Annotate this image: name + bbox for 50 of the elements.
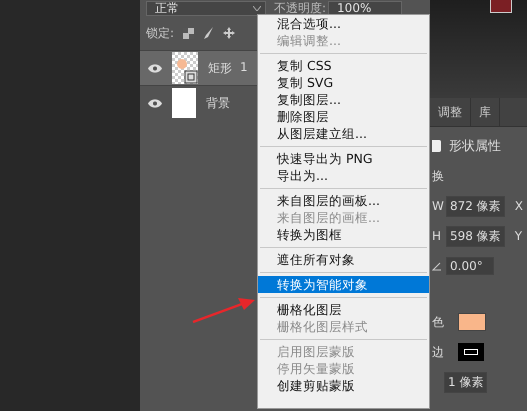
- blend-mode-dropdown[interactable]: 正常: [146, 0, 266, 16]
- stroke-label: 边: [432, 344, 444, 360]
- angle-field[interactable]: 0.00°: [446, 257, 494, 275]
- section-label: 换: [432, 168, 444, 184]
- layer-number: 1: [240, 60, 248, 76]
- dimension-label: W: [432, 199, 442, 213]
- color-swatch[interactable]: [490, 0, 512, 13]
- arrow-annotation: [192, 296, 256, 324]
- dimension-field[interactable]: 872 像素: [446, 196, 505, 216]
- axis-label: Y: [514, 229, 522, 243]
- stroke-swatch[interactable]: [458, 343, 484, 361]
- opacity-field[interactable]: 100%: [328, 0, 402, 16]
- dimension-field[interactable]: 598 像素: [446, 226, 505, 246]
- menu-item[interactable]: 转换为智能对象: [258, 276, 429, 293]
- menu-item[interactable]: 导出为...: [258, 167, 429, 184]
- brush-icon[interactable]: [203, 27, 214, 39]
- dimension-label: H: [432, 229, 442, 243]
- menu-item[interactable]: 从图层建立组...: [258, 125, 429, 142]
- angle-icon: [432, 262, 442, 270]
- layer-name: 矩形: [208, 60, 232, 76]
- shape-icon: [432, 140, 441, 152]
- menu-item[interactable]: 转换为图框: [258, 226, 429, 243]
- menu-item[interactable]: 来自图层的画板...: [258, 192, 429, 209]
- menu-item[interactable]: 删除图层: [258, 108, 429, 125]
- layer-thumbnail: [172, 88, 196, 118]
- layer-name: 背景: [206, 94, 230, 112]
- menu-item[interactable]: 遮住所有对象: [258, 251, 429, 268]
- opacity-label: 不透明度:: [274, 0, 326, 16]
- layer-row[interactable]: 矩形 1: [140, 50, 257, 85]
- panel-tab[interactable]: 库: [471, 98, 500, 126]
- menu-item[interactable]: 复制图层...: [258, 91, 429, 108]
- move-icon[interactable]: [223, 27, 236, 39]
- fill-label: 色: [432, 314, 444, 330]
- eye-icon[interactable]: [148, 98, 162, 108]
- axis-label: X: [514, 199, 523, 213]
- menu-item[interactable]: 快速导出为 PNG: [258, 150, 429, 167]
- eye-icon[interactable]: [148, 64, 162, 72]
- checkerboard-icon[interactable]: [183, 28, 194, 38]
- caret-icon: [253, 6, 261, 10]
- menu-item[interactable]: 复制 SVG: [258, 74, 429, 91]
- menu-item[interactable]: 创建剪贴蒙版: [258, 377, 429, 394]
- fill-swatch[interactable]: [458, 313, 486, 331]
- menu-item[interactable]: 复制 CSS: [258, 57, 429, 74]
- panel-title: 形状属性: [449, 138, 501, 155]
- menu-item[interactable]: 栅格化图层: [258, 301, 429, 318]
- stroke-width-field[interactable]: 1 像素: [444, 372, 488, 392]
- lock-label: 锁定:: [146, 24, 174, 42]
- layer-row[interactable]: 背景: [140, 85, 257, 120]
- menu-item[interactable]: 混合选项...: [258, 15, 429, 32]
- shape-layer-thumbnail: [172, 52, 198, 84]
